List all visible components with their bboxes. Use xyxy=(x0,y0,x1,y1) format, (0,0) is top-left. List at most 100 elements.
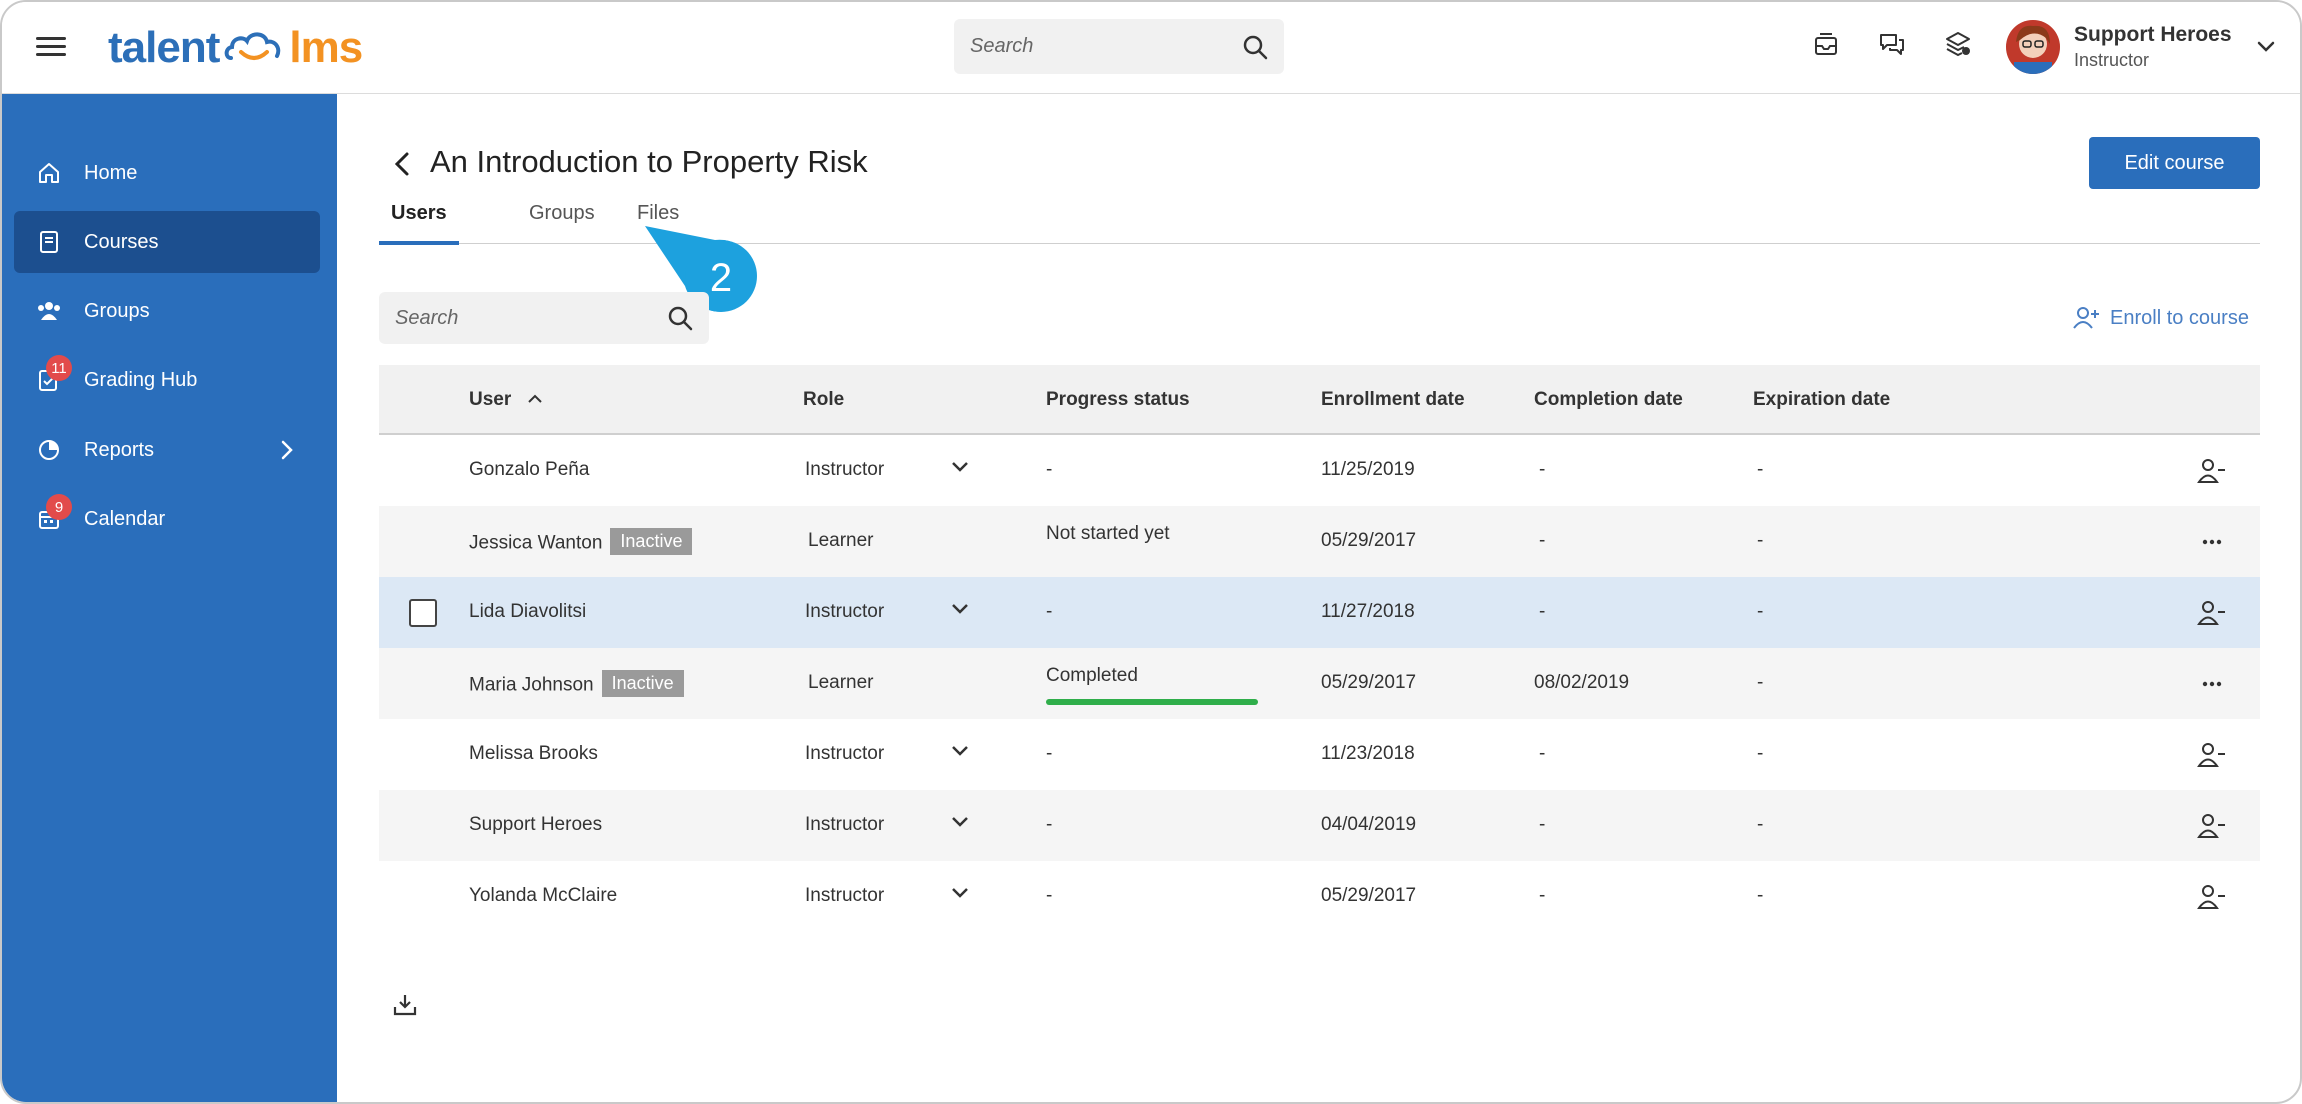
role[interactable]: Instructor xyxy=(805,814,884,836)
role[interactable]: Instructor xyxy=(805,743,884,765)
logo-text-right: lms xyxy=(289,23,363,72)
chevron-down-icon[interactable] xyxy=(951,603,969,615)
chevron-down-icon[interactable] xyxy=(951,461,969,473)
sidebar-item-grading-hub[interactable]: 11 Grading Hub xyxy=(14,349,320,411)
enroll-to-course-link[interactable]: Enroll to course xyxy=(2072,306,2249,330)
menu-icon[interactable] xyxy=(36,32,66,62)
sidebar-item-groups[interactable]: Groups xyxy=(14,280,320,342)
add-user-icon xyxy=(2073,307,2099,329)
more-options-icon[interactable] xyxy=(2197,670,2227,698)
enrollment-date: 05/29/2017 xyxy=(1321,672,1417,693)
table-row[interactable]: Lida Diavolitsi Instructor - 11/27/2018 … xyxy=(379,577,2260,648)
chevron-down-icon[interactable] xyxy=(951,887,969,899)
edit-course-button[interactable]: Edit course xyxy=(2089,137,2260,189)
back-arrow-icon[interactable] xyxy=(392,150,412,178)
layers-icon[interactable] xyxy=(1944,30,1972,58)
home-icon xyxy=(39,163,59,183)
role[interactable]: Instructor xyxy=(805,885,884,907)
sidebar-item-label: Grading Hub xyxy=(84,368,198,391)
global-search[interactable] xyxy=(954,19,1284,74)
completion-date: - xyxy=(1539,885,1546,906)
progress-status: - xyxy=(1046,885,1053,906)
sidebar-item-label: Reports xyxy=(84,438,155,461)
chevron-down-icon[interactable] xyxy=(2256,40,2276,54)
table-header: User Role Progress status Enrollment dat… xyxy=(379,365,2260,435)
completion-date: - xyxy=(1539,459,1546,480)
table-row[interactable]: Melissa Brooks Instructor - 11/23/2018 -… xyxy=(379,719,2260,790)
header-completion-date[interactable]: Completion date xyxy=(1534,389,1683,411)
enrollment-date: 11/25/2019 xyxy=(1321,459,1415,480)
tab-users[interactable]: Users xyxy=(379,198,459,245)
search-icon[interactable] xyxy=(1242,34,1268,60)
remove-user-icon[interactable] xyxy=(2197,741,2227,769)
profile-role: Instructor xyxy=(2074,50,2150,70)
expiration-date: - xyxy=(1757,530,1764,551)
user-name[interactable]: Melissa Brooks xyxy=(469,743,598,765)
enrollment-date: 05/29/2017 xyxy=(1321,885,1417,906)
chevron-down-icon[interactable] xyxy=(951,745,969,757)
table-row[interactable]: Gonzalo Peña Instructor - 11/25/2019 - - xyxy=(379,435,2260,506)
grading-icon: 11 xyxy=(36,355,72,393)
progress-status: - xyxy=(1046,459,1053,480)
user-name[interactable]: Yolanda McClaire xyxy=(469,885,617,907)
table-row[interactable]: Support Heroes Instructor - 04/04/2019 -… xyxy=(379,790,2260,861)
enrollment-date: 11/23/2018 xyxy=(1321,743,1415,764)
expiration-date: - xyxy=(1757,672,1764,693)
user-cell[interactable]: Maria Johnson Inactive xyxy=(469,670,684,699)
more-options-icon[interactable] xyxy=(2197,528,2227,556)
sidebar-item-home[interactable]: Home xyxy=(14,142,320,204)
sort-ascending-icon xyxy=(527,394,542,403)
sidebar-item-reports[interactable]: Reports xyxy=(14,419,320,481)
enrollment-date: 11/27/2018 xyxy=(1321,601,1415,622)
enrollment-date: 05/29/2017 xyxy=(1321,530,1417,551)
sidebar-item-label: Groups xyxy=(84,299,150,322)
header-progress[interactable]: Progress status xyxy=(1046,389,1190,411)
sidebar-item-label: Home xyxy=(84,161,138,184)
sidebar-item-courses[interactable]: Courses xyxy=(14,211,320,273)
user-name[interactable]: Support Heroes xyxy=(469,814,602,836)
talentlms-logo[interactable]: talent lms xyxy=(108,20,363,76)
progress-status: - xyxy=(1046,601,1053,622)
table-row[interactable]: Jessica Wanton Inactive Learner Not start… xyxy=(379,506,2260,577)
expiration-date: - xyxy=(1757,743,1764,764)
header-enrollment-date[interactable]: Enrollment date xyxy=(1321,389,1465,411)
user-name: Jessica Wanton xyxy=(469,532,603,554)
progress-status: - xyxy=(1046,743,1053,764)
user-name[interactable]: Gonzalo Peña xyxy=(469,459,589,481)
header-user[interactable]: User xyxy=(469,389,543,411)
role[interactable]: Instructor xyxy=(805,459,884,481)
table-row[interactable]: Maria Johnson Inactive Learner Completed … xyxy=(379,648,2260,719)
user-name[interactable]: Lida Diavolitsi xyxy=(469,601,586,623)
role[interactable]: Instructor xyxy=(805,601,884,623)
sidebar-item-label: Courses xyxy=(84,230,159,253)
inbox-icon[interactable] xyxy=(1812,30,1840,58)
sidebar-item-calendar[interactable]: 9 Calendar xyxy=(14,488,320,550)
notification-badge: 9 xyxy=(46,494,72,520)
profile-name: Support Heroes xyxy=(2074,23,2232,46)
global-search-input[interactable] xyxy=(970,35,1242,58)
search-icon[interactable] xyxy=(667,305,693,331)
download-icon[interactable] xyxy=(392,992,418,1018)
expiration-date: - xyxy=(1757,459,1764,480)
header-role[interactable]: Role xyxy=(803,389,844,411)
tab-groups[interactable]: Groups xyxy=(529,198,595,244)
page-title: An Introduction to Property Risk xyxy=(430,144,868,179)
users-search[interactable] xyxy=(379,292,709,344)
top-bar: talent lms Search Support Heroes Instruc… xyxy=(2,2,2300,94)
remove-user-icon[interactable] xyxy=(2197,883,2227,911)
remove-user-icon[interactable] xyxy=(2197,457,2227,485)
completion-date: - xyxy=(1539,743,1546,764)
completion-date: - xyxy=(1539,814,1546,835)
user-cell[interactable]: Jessica Wanton Inactive xyxy=(469,528,693,557)
user-profile-menu[interactable]: Support Heroes Instructor xyxy=(2006,20,2276,74)
users-search-input[interactable] xyxy=(395,306,667,330)
chevron-down-icon[interactable] xyxy=(951,816,969,828)
remove-user-icon[interactable] xyxy=(2197,599,2227,627)
row-checkbox[interactable] xyxy=(409,599,437,627)
expiration-date: - xyxy=(1757,885,1764,906)
table-row[interactable]: Yolanda McClaire Instructor - 05/29/2017… xyxy=(379,861,2260,932)
header-expiration-date[interactable]: Expiration date xyxy=(1753,389,1890,411)
remove-user-icon[interactable] xyxy=(2197,812,2227,840)
progress-status: - xyxy=(1046,814,1053,835)
chat-icon[interactable] xyxy=(1878,30,1906,58)
